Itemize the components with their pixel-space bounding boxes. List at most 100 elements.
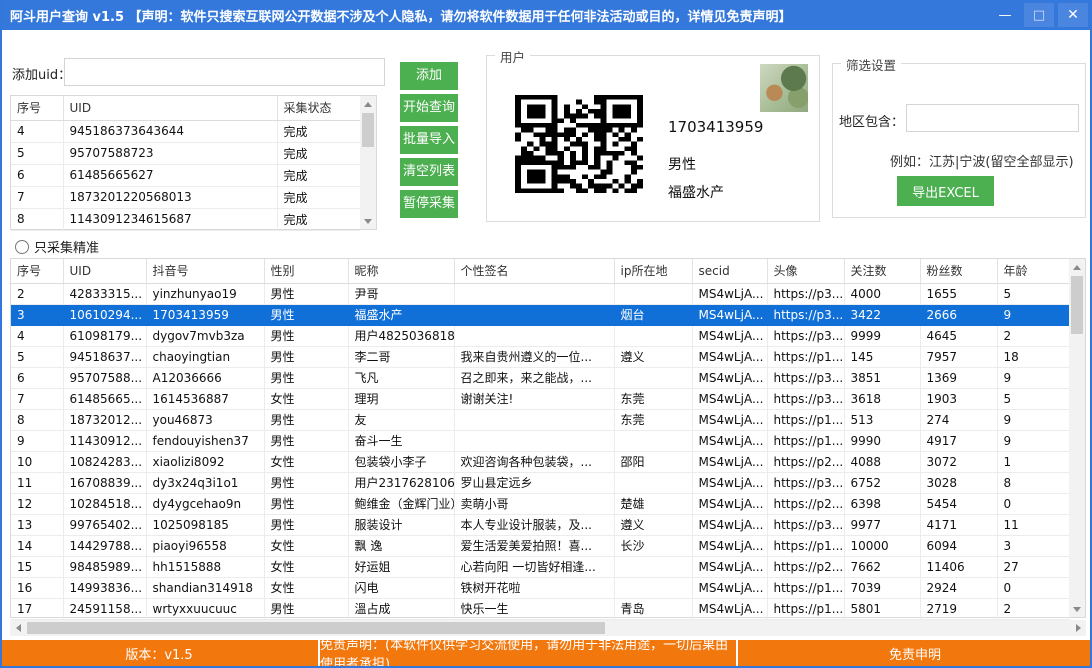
table-cell: https://p2... [767, 493, 844, 514]
region-hint: 例如：江苏|宁波(留空全部显示) [890, 151, 1074, 170]
header-cell[interactable]: 序号 [11, 96, 63, 120]
table-cell: MS4wLjA... [692, 367, 767, 388]
table-cell: 5 [11, 346, 63, 367]
scroll-down-icon[interactable] [1069, 601, 1085, 617]
table-cell: 3851 [844, 367, 920, 388]
main-table-body: 242833315...yinzhunyao19男性尹哥MS4wLjA...ht… [11, 283, 1069, 619]
batch-import-button[interactable]: 批量导入 [400, 126, 458, 154]
close-button[interactable]: ✕ [1058, 3, 1088, 27]
scroll-down-icon[interactable] [360, 213, 376, 229]
scrollbar-thumb[interactable] [1071, 276, 1083, 334]
table-cell: 1369 [920, 367, 997, 388]
table-row[interactable]: 818732012...you46873男性友东莞MS4wLjA...https… [11, 409, 1069, 430]
header-cell[interactable]: 年龄 [997, 259, 1069, 283]
scroll-up-icon[interactable] [360, 96, 376, 112]
table-cell: fendouyishen37 [146, 430, 264, 451]
minimize-button[interactable]: — [990, 3, 1020, 27]
table-cell: https://p1... [767, 430, 844, 451]
radio-collect-precise[interactable]: 只采集精准 [15, 237, 99, 256]
scrollbar-thumb[interactable] [27, 622, 605, 634]
table-row[interactable]: 695707588...A12036666男性飞凡召之即来，来之能战，...MS… [11, 367, 1069, 388]
table-cell: https://p1... [767, 346, 844, 367]
table-cell: 42833315... [63, 283, 146, 304]
add-button[interactable]: 添加 [400, 62, 458, 90]
table-row[interactable]: 761485665...1614536887女性理玥谢谢关注!东莞MS4wLjA… [11, 388, 1069, 409]
table-cell [614, 283, 692, 304]
scroll-up-icon[interactable] [1069, 259, 1085, 275]
table-row[interactable]: 71873201220568013完成 [11, 186, 360, 208]
table-cell: MS4wLjA... [692, 346, 767, 367]
start-query-button[interactable]: 开始查询 [400, 94, 458, 122]
scroll-right-icon[interactable] [1070, 620, 1086, 636]
scroll-left-icon[interactable] [10, 620, 26, 636]
scrollbar-thumb[interactable] [362, 113, 374, 147]
table-row[interactable]: 4945186373643644完成 [11, 120, 360, 142]
table-cell: 快乐一生 [454, 598, 614, 619]
radio-icon[interactable] [15, 240, 29, 254]
table-cell: 男性 [264, 283, 348, 304]
clear-list-button[interactable]: 清空列表 [400, 158, 458, 186]
uid-table-body: 4945186373643644完成595707588723完成66148566… [11, 120, 360, 230]
maximize-button[interactable]: □ [1024, 3, 1054, 27]
table-cell: 1614536887 [146, 388, 264, 409]
table-cell: 9 [997, 367, 1069, 388]
titlebar: 阿斗用户查询 v1.5 【声明：软件只搜索互联网公开数据不涉及个人隐私，请勿将软… [0, 0, 1092, 30]
table-row[interactable]: 1399765402...1025098185男性服装设计本人专业设计服装，及.… [11, 514, 1069, 535]
table-row[interactable]: 1414429788...piaoyi96558女性飘 逸爱生活爱美爱拍照！喜.… [11, 535, 1069, 556]
header-cell[interactable]: 头像 [767, 259, 844, 283]
table-cell: 铁树开花啦 [454, 577, 614, 598]
table-row[interactable]: 1614993836...shandian314918女性闪电铁树开花啦MS4w… [11, 577, 1069, 598]
header-cell[interactable]: 个性签名 [454, 259, 614, 283]
header-cell[interactable]: 关注数 [844, 259, 920, 283]
table-row[interactable]: 81143091234615687完成 [11, 208, 360, 230]
table-cell: 男性 [264, 367, 348, 388]
table-cell: 2 [11, 283, 63, 304]
table-cell: 女性 [264, 556, 348, 577]
header-cell[interactable]: 昵称 [348, 259, 454, 283]
table-cell: hh1515888 [146, 556, 264, 577]
header-cell[interactable]: ip所在地 [614, 259, 692, 283]
disclaimer-button[interactable]: 免责申明 [736, 640, 1092, 666]
table-row[interactable]: 1724591158...wrtyxxuucuuc男性溫占成快乐一生青岛MS4w… [11, 598, 1069, 619]
header-cell[interactable]: 采集状态 [277, 96, 360, 120]
header-cell[interactable]: UID [63, 259, 146, 283]
table-cell: 3028 [920, 472, 997, 493]
header-cell[interactable]: 抖音号 [146, 259, 264, 283]
table-cell: 遵义 [614, 346, 692, 367]
table-cell: 9 [997, 430, 1069, 451]
table-cell: 东莞 [614, 409, 692, 430]
region-input[interactable] [906, 104, 1079, 132]
table-row[interactable]: 911430912...fendouyishen37男性奋斗一生MS4wLjA.… [11, 430, 1069, 451]
table-cell: dy4ygcehao9n [146, 493, 264, 514]
table-cell: 14 [11, 535, 63, 556]
header-cell[interactable]: 序号 [11, 259, 63, 283]
table-cell: 98485989... [63, 556, 146, 577]
header-cell[interactable]: UID [63, 96, 277, 120]
export-excel-button[interactable]: 导出EXCEL [897, 176, 994, 206]
table-row[interactable]: 461098179...dygov7mvb3za男性用户4825036818..… [11, 325, 1069, 346]
table-row[interactable]: 1010824283...xiaolizi8092女性包装袋小李子欢迎咨询各种包… [11, 451, 1069, 472]
status-bar: 版本：v1.5 免责声明：(本软件仅供学习交流使用，请勿用于非法用途，一切后果由… [0, 640, 1092, 666]
main-table: 序号UID抖音号性别昵称个性签名ip所在地secid头像关注数粉丝数年龄 242… [10, 258, 1086, 618]
table-row[interactable]: 661485665627完成 [11, 164, 360, 186]
uid-table-scrollbar[interactable] [360, 96, 376, 229]
table-row[interactable]: 594518637...chaoyingtian男性李二哥我来自贵州遵义的一位.… [11, 346, 1069, 367]
disclaimer-text: 免责声明：(本软件仅供学习交流使用，请勿用于非法用途，一切后果由使用者承担) [318, 640, 736, 666]
table-row[interactable]: 310610294...1703413959男性福盛水产烟台MS4wLjA...… [11, 304, 1069, 325]
header-cell[interactable]: 性别 [264, 259, 348, 283]
table-row[interactable]: 242833315...yinzhunyao19男性尹哥MS4wLjA...ht… [11, 283, 1069, 304]
table-cell: https://p1... [767, 577, 844, 598]
header-cell[interactable]: secid [692, 259, 767, 283]
table-row[interactable]: 1598485989...hh1515888女性好运姐心若向阳 一切皆好相逢..… [11, 556, 1069, 577]
add-uid-input[interactable] [64, 58, 385, 86]
table-cell: MS4wLjA... [692, 577, 767, 598]
main-table-vscrollbar[interactable] [1069, 259, 1085, 617]
table-row[interactable]: 1116708839...dy3x24q3i1o1男性用户2317628106.… [11, 472, 1069, 493]
table-cell: 欢迎咨询各种包装袋，... [454, 451, 614, 472]
pause-collect-button[interactable]: 暂停采集 [400, 190, 458, 218]
header-cell[interactable]: 粉丝数 [920, 259, 997, 283]
table-cell: 友 [348, 409, 454, 430]
table-row[interactable]: 1210284518...dy4ygcehao9n男性鲍维金（金辉门业）卖萌小哥… [11, 493, 1069, 514]
table-row[interactable]: 595707588723完成 [11, 142, 360, 164]
table-cell: 9990 [844, 430, 920, 451]
